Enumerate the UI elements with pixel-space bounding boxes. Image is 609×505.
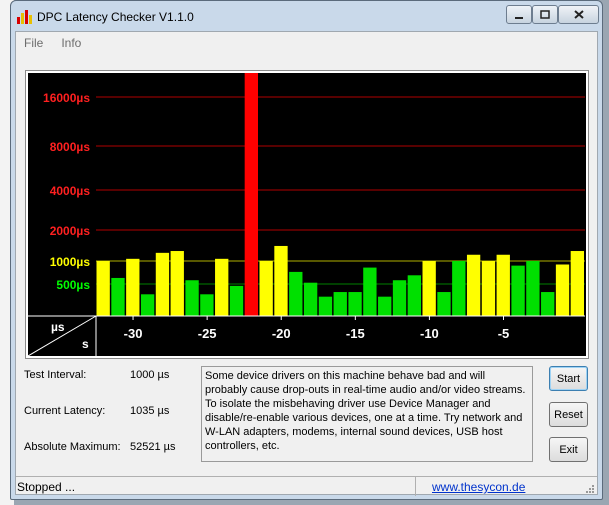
latency-bar — [466, 254, 481, 316]
title-bar[interactable]: DPC Latency Checker V1.1.0 — [11, 1, 602, 31]
absolute-maximum-value: 52521 µs — [130, 441, 176, 453]
latency-bar — [333, 292, 347, 316]
latency-bar — [392, 280, 407, 316]
maximize-button[interactable] — [532, 5, 558, 24]
window-title: DPC Latency Checker V1.1.0 — [37, 10, 194, 24]
latency-bar — [155, 252, 170, 316]
x-axis-tick-label: -5 — [498, 326, 510, 341]
latency-bar — [511, 265, 525, 316]
latency-bar — [274, 245, 288, 316]
latency-bar — [481, 261, 496, 316]
latency-bar — [259, 261, 273, 316]
current-latency-value: 1035 µs — [130, 405, 170, 417]
test-interval-value: 1000 µs — [130, 369, 170, 381]
test-interval-label: Test Interval: — [24, 369, 87, 381]
latency-bar — [318, 296, 333, 316]
latency-bar — [140, 294, 155, 316]
x-axis-tick-label: -20 — [272, 326, 291, 341]
menu-bar: File Info — [16, 32, 597, 54]
latency-bar — [570, 251, 584, 316]
y-axis-tick-label: 8000µs — [50, 140, 91, 154]
website-link[interactable]: www.thesycon.de — [432, 480, 525, 494]
latency-graph: 16000µs 8000µs 4000µs 2000µs 1000µs 500µs µs s -… — [25, 70, 589, 359]
latency-bar — [200, 294, 214, 316]
minimize-button[interactable] — [506, 5, 532, 24]
unit-s-label: s — [82, 337, 89, 351]
x-axis-tick-label: -10 — [420, 326, 439, 341]
latency-bar — [215, 258, 229, 316]
exit-button[interactable]: Exit — [549, 437, 588, 462]
latency-bar — [452, 261, 466, 316]
latency-bar — [555, 264, 570, 316]
latency-bar — [496, 254, 510, 316]
latency-bar — [526, 261, 540, 316]
minimize-icon — [515, 16, 523, 19]
latency-bar — [437, 292, 451, 316]
y-axis-tick-label: 500µs — [56, 278, 90, 292]
menu-info[interactable]: Info — [61, 36, 81, 50]
resize-grip-icon[interactable] — [585, 484, 595, 494]
y-axis-tick-label: 16000µs — [43, 91, 90, 105]
latency-bar — [170, 251, 184, 316]
close-button[interactable] — [558, 5, 599, 24]
latency-bar — [422, 261, 436, 316]
status-text: Stopped ... — [16, 477, 416, 496]
app-bar-chart-icon — [17, 10, 32, 24]
latency-graph-canvas: 16000µs 8000µs 4000µs 2000µs 1000µs 500µs µs s -… — [28, 73, 585, 356]
y-axis-tick-label: 2000µs — [50, 224, 91, 238]
latency-bar — [378, 296, 392, 316]
client-area: File Info 16000µs 8000µs 4000µs 2000µs 1000µ… — [15, 31, 598, 496]
y-axis-tick-label: 1000µs — [50, 255, 91, 269]
x-axis-tick-label: -30 — [124, 326, 143, 341]
diagnostic-message: Some device drivers on this machine beha… — [201, 366, 533, 462]
latency-bar — [244, 73, 258, 316]
latency-bar — [541, 292, 555, 316]
status-bar: Stopped ... www.thesycon.de — [16, 476, 597, 496]
latency-bar — [111, 277, 125, 316]
latency-bar — [96, 261, 110, 316]
latency-bar — [348, 292, 362, 316]
absolute-maximum-label: Absolute Maximum: — [24, 441, 121, 453]
latency-bar — [229, 285, 244, 316]
maximize-icon — [540, 10, 550, 19]
y-axis-tick-label: 4000µs — [50, 184, 91, 198]
current-latency-label: Current Latency: — [24, 405, 106, 417]
menu-file[interactable]: File — [24, 36, 43, 50]
latency-bar — [185, 280, 199, 316]
reset-button[interactable]: Reset — [549, 402, 588, 427]
close-icon — [573, 10, 584, 19]
latency-bar — [407, 275, 421, 316]
x-axis-tick-label: -25 — [198, 326, 217, 341]
start-button[interactable]: Start — [549, 366, 588, 391]
x-axis-tick-label: -15 — [346, 326, 365, 341]
dpc-latency-window: DPC Latency Checker V1.1.0 File Info 160… — [10, 0, 603, 500]
latency-bar — [303, 282, 318, 316]
latency-bar — [363, 267, 377, 316]
latency-bar — [289, 271, 303, 316]
latency-bar — [126, 258, 140, 316]
unit-us-label: µs — [51, 320, 65, 334]
